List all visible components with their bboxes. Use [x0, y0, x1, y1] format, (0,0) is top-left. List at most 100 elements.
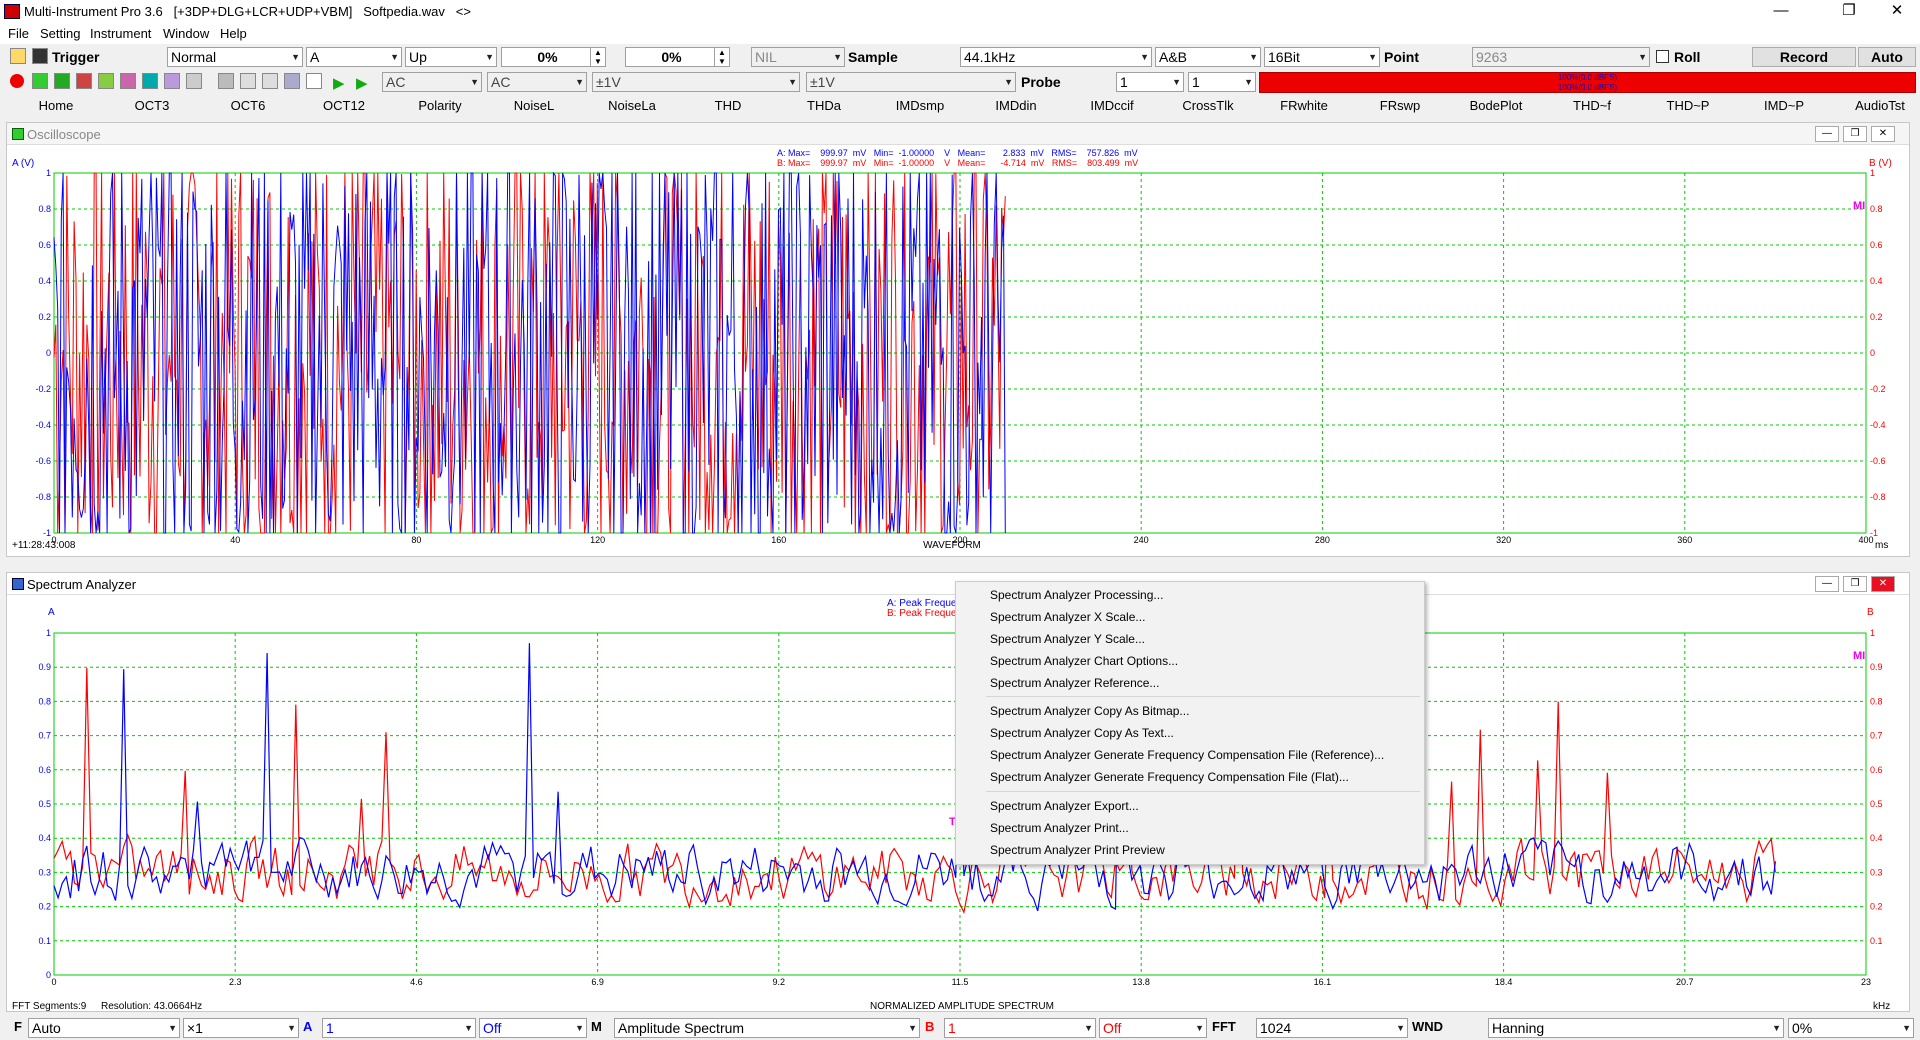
bits-select[interactable]: 16Bit — [1264, 47, 1380, 67]
multiplier-select[interactable]: ×1 — [183, 1018, 299, 1038]
tab-noisel[interactable]: NoiseL — [500, 98, 568, 113]
tab-frwhite[interactable]: FRwhite — [1270, 98, 1338, 113]
menu-item-copy-text[interactable]: Spectrum Analyzer Copy As Text... — [990, 722, 1174, 744]
tab-bodeplot[interactable]: BodePlot — [1462, 98, 1530, 113]
level-spinner[interactable]: ▲▼ — [590, 47, 606, 67]
save-icon[interactable] — [32, 48, 48, 64]
range-b-select[interactable]: ±1V — [806, 72, 1016, 92]
speaker-icon[interactable] — [306, 73, 322, 89]
tab-imdsmp[interactable]: IMDsmp — [886, 98, 954, 113]
tab-oct6[interactable]: OCT6 — [214, 98, 282, 113]
tab-imddin[interactable]: IMDdin — [982, 98, 1050, 113]
menu-item-print-preview[interactable]: Spectrum Analyzer Print Preview — [990, 839, 1165, 861]
lcr-b-icon[interactable] — [262, 73, 278, 89]
tab-thd-p[interactable]: THD~P — [1654, 98, 1722, 113]
tab-imdccif[interactable]: IMDccif — [1078, 98, 1146, 113]
tab-polarity[interactable]: Polarity — [406, 98, 474, 113]
coupling-a-select[interactable]: AC — [382, 72, 482, 92]
menu-item-chart-options[interactable]: Spectrum Analyzer Chart Options... — [990, 650, 1178, 672]
device-test-icon[interactable] — [284, 73, 300, 89]
osc-restore-button[interactable]: ❐ — [1843, 126, 1867, 142]
tab-thd-f[interactable]: THD~f — [1558, 98, 1626, 113]
points-select[interactable]: 9263 — [1472, 47, 1650, 67]
delay-spinner[interactable]: ▲▼ — [714, 47, 730, 67]
dds-icon[interactable] — [120, 73, 136, 89]
osc-close-button[interactable]: ✕ — [1871, 126, 1895, 142]
phase-icon[interactable] — [98, 73, 114, 89]
sample-rate-select[interactable]: 44.1kHz — [960, 47, 1152, 67]
tab-imd-p[interactable]: IMD~P — [1750, 98, 1818, 113]
a-select[interactable]: 1 — [322, 1018, 476, 1038]
a-off-select[interactable]: Off — [479, 1018, 587, 1038]
fft-select[interactable]: 1024 — [1256, 1018, 1408, 1038]
menu-item-x-scale[interactable]: Spectrum Analyzer X Scale... — [990, 606, 1145, 628]
data-logger-icon[interactable] — [186, 73, 202, 89]
probe-b-select[interactable]: 1 — [1188, 72, 1256, 92]
range-a-select[interactable]: ±1V — [592, 72, 800, 92]
close-button[interactable]: ✕ — [1874, 0, 1920, 24]
play-icon[interactable]: ▶ — [333, 74, 345, 92]
menu-item-copy-bitmap[interactable]: Spectrum Analyzer Copy As Bitmap... — [990, 700, 1189, 722]
multimeter-icon[interactable] — [142, 73, 158, 89]
coupling-b-select[interactable]: AC — [487, 72, 587, 92]
menu-item-print[interactable]: Spectrum Analyzer Print... — [990, 817, 1129, 839]
lcr-icon[interactable] — [240, 73, 256, 89]
menu-item-reference[interactable]: Spectrum Analyzer Reference... — [990, 672, 1159, 694]
oscilloscope-chart[interactable]: 0408012016020024028032036040010.80.60.40… — [7, 145, 1909, 556]
menu-item-gen-comp-flat[interactable]: Spectrum Analyzer Generate Frequency Com… — [990, 766, 1349, 788]
tab-audiotst[interactable]: AudioTst — [1846, 98, 1914, 113]
record-button[interactable]: Record — [1752, 47, 1856, 67]
maximize-button[interactable]: ❐ — [1826, 0, 1872, 24]
tab-noisela[interactable]: NoiseLa — [598, 98, 666, 113]
window-select[interactable]: Hanning — [1488, 1018, 1784, 1038]
auto-button[interactable]: Auto — [1858, 47, 1916, 67]
b-off-select[interactable]: Off — [1099, 1018, 1207, 1038]
record-dot-icon[interactable] — [10, 74, 24, 88]
tab-oct3[interactable]: OCT3 — [118, 98, 186, 113]
b-select[interactable]: 1 — [944, 1018, 1096, 1038]
trigger-slope-select[interactable]: Up — [405, 47, 497, 67]
osc-y-tick-left: 1 — [46, 168, 51, 178]
menu-item-gen-comp-reference[interactable]: Spectrum Analyzer Generate Frequency Com… — [990, 744, 1384, 766]
roll-checkbox[interactable] — [1656, 50, 1669, 63]
mode-select[interactable]: Amplitude Spectrum — [614, 1018, 920, 1038]
multi-chart-icon[interactable] — [164, 73, 180, 89]
osc-y-tick-right: -0.8 — [1870, 492, 1886, 502]
spec-minimize-button[interactable]: — — [1815, 576, 1839, 592]
f-select[interactable]: Auto — [28, 1018, 180, 1038]
spectrogram-icon[interactable] — [76, 73, 92, 89]
probe-icon[interactable] — [218, 73, 234, 89]
tab-crosstlk[interactable]: CrossTlk — [1174, 98, 1242, 113]
menu-item-processing[interactable]: Spectrum Analyzer Processing... — [990, 584, 1163, 606]
probe-a-select[interactable]: 1 — [1116, 72, 1184, 92]
osc-minimize-button[interactable]: — — [1815, 126, 1839, 142]
trigger-channel-select[interactable]: A — [306, 47, 402, 67]
tab-home[interactable]: Home — [22, 98, 90, 113]
tab-oct12[interactable]: OCT12 — [310, 98, 378, 113]
oscilloscope-titlebar[interactable]: Oscilloscope — ❐ ✕ — [7, 123, 1909, 145]
spec-y-tick-left: 1 — [46, 628, 51, 638]
spec-restore-button[interactable]: ❐ — [1843, 576, 1867, 592]
channels-select[interactable]: A&B — [1155, 47, 1261, 67]
tab-thda[interactable]: THDa — [790, 98, 858, 113]
menu-item-export[interactable]: Spectrum Analyzer Export... — [990, 795, 1139, 817]
menu-file[interactable]: File — [8, 26, 29, 41]
trigger-level-input[interactable]: 0% — [501, 47, 591, 67]
minimize-button[interactable]: — — [1758, 0, 1804, 24]
spec-close-button[interactable]: ✕ — [1871, 576, 1895, 592]
percent-select[interactable]: 0% — [1788, 1018, 1914, 1038]
menu-window[interactable]: Window — [163, 26, 209, 41]
trigger-mode-select[interactable]: Normal — [167, 47, 303, 67]
menu-item-y-scale[interactable]: Spectrum Analyzer Y Scale... — [990, 628, 1145, 650]
menu-instrument[interactable]: Instrument — [90, 26, 151, 41]
trigger-delay-input[interactable]: 0% — [625, 47, 715, 67]
tab-frswp[interactable]: FRswp — [1366, 98, 1434, 113]
tab-thd[interactable]: THD — [694, 98, 762, 113]
menu-setting[interactable]: Setting — [40, 26, 80, 41]
oscilloscope-icon[interactable] — [32, 73, 48, 89]
play-once-icon[interactable]: ▶ — [356, 74, 368, 92]
spectrum-icon[interactable] — [54, 73, 70, 89]
menu-help[interactable]: Help — [220, 26, 247, 41]
nil-select[interactable]: NIL — [751, 47, 845, 67]
open-folder-icon[interactable] — [10, 48, 26, 64]
